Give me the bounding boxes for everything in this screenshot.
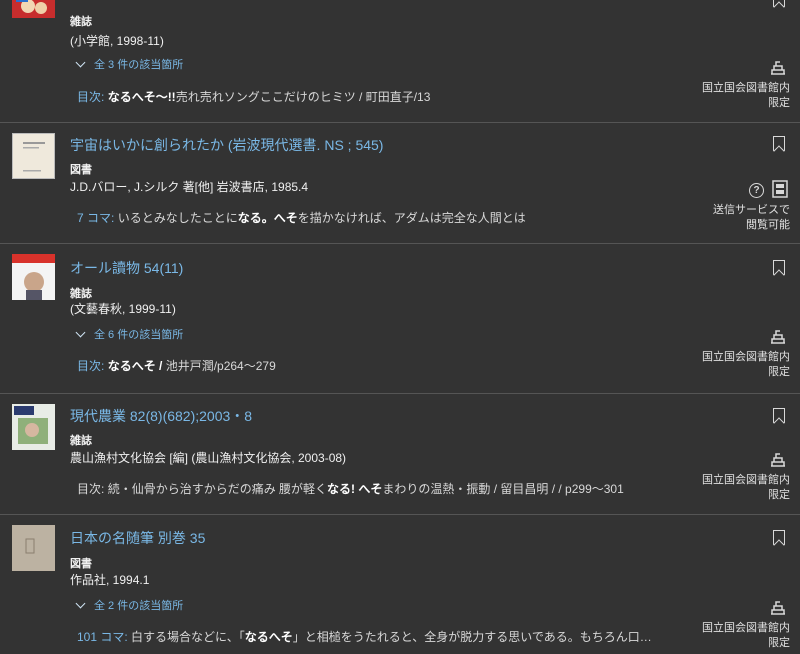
transmission-service-icon <box>772 180 788 198</box>
publisher-info: 作品社, 1994.1 <box>70 573 150 587</box>
publisher-info: (文藝春秋, 1999-11) <box>70 302 176 316</box>
snippet[interactable]: 目次: なるへそ / 池井戸潤/p264〜279 <box>77 357 276 374</box>
cover-thumbnail[interactable] <box>12 0 55 18</box>
bookmark-icon[interactable] <box>773 0 785 7</box>
chevron-down-icon <box>75 598 86 609</box>
bookmark-icon[interactable] <box>773 136 785 151</box>
result-title-link[interactable]: 宇宙はいかに創られたか (岩波現代選書. NS ; 545) <box>70 135 383 155</box>
access-icons <box>768 598 788 616</box>
result-item: 宇宙はいかに創られたか (岩波現代選書. NS ; 545) 図書 J.D.バロ… <box>0 123 800 244</box>
snippet[interactable]: 目次: なるへそ〜!!売れ売れソングここだけのヒミツ / 町田直子/13 <box>77 88 430 105</box>
library-building-icon <box>771 601 785 615</box>
bookmark-icon[interactable] <box>773 260 785 275</box>
material-type: 図書 <box>70 558 92 570</box>
access-restriction: 国立国会図書館内 限定 <box>702 82 790 109</box>
bookmark-icon[interactable] <box>773 408 785 423</box>
access-icons <box>768 450 788 468</box>
chevron-down-icon <box>75 327 86 338</box>
access-icons <box>768 58 788 76</box>
result-item: 雑誌 (小学館, 1998-11) 全 3 件の該当箇所 目次: なるへそ〜!!… <box>0 0 800 123</box>
access-restriction: 国立国会図書館内 限定 <box>702 622 790 649</box>
result-title-link[interactable]: オール讀物 54(11) <box>70 258 183 278</box>
publisher-info: 農山漁村文化協会 [編] (農山漁村文化協会, 2003-08) <box>70 451 347 465</box>
access-icons <box>768 327 788 345</box>
bookmark-icon[interactable] <box>773 530 785 545</box>
result-title-link[interactable]: 日本の名随筆 別巻 35 <box>70 528 205 548</box>
material-type: 雑誌 <box>70 435 92 447</box>
help-icon[interactable]: ? <box>749 183 764 198</box>
publisher-info: J.D.バロー, J.シルク 著[他] 岩波書店, 1985.4 <box>70 180 309 194</box>
library-building-icon <box>771 61 785 75</box>
result-item: オール讀物 54(11) 雑誌 (文藝春秋, 1999-11) 全 6 件の該当… <box>0 244 800 394</box>
result-title-link[interactable]: 現代農業 82(8)(682);2003・8 <box>70 406 252 426</box>
access-restriction: 送信サービスで 閲覧可能 <box>713 204 790 231</box>
snippet[interactable]: 目次: 続・仙骨から治すからだの痛み 腰が軽くなる! へそまわりの温熱・振動 /… <box>77 480 624 497</box>
expand-matches-link[interactable]: 全 2 件の該当箇所 <box>75 597 183 613</box>
cover-thumbnail[interactable] <box>12 254 55 300</box>
material-type: 雑誌 <box>70 16 92 28</box>
cover-thumbnail[interactable] <box>12 525 55 571</box>
access-restriction: 国立国会図書館内 限定 <box>702 351 790 378</box>
snippet[interactable]: 7 コマ: いるとみなしたことになる。へそを描かなければ、アダムは完全な人間とは <box>77 209 526 226</box>
access-restriction: 国立国会図書館内 限定 <box>702 474 790 501</box>
access-icons: ? <box>749 180 788 198</box>
library-building-icon <box>771 453 785 467</box>
material-type: 図書 <box>70 164 92 176</box>
result-item: 現代農業 82(8)(682);2003・8 雑誌 農山漁村文化協会 [編] (… <box>0 394 800 515</box>
snippet[interactable]: 101 コマ: 白する場合などに、「なるへそ」と相槌をうたれると、全身が脱力する… <box>77 628 652 645</box>
cover-thumbnail[interactable] <box>12 133 55 179</box>
expand-matches-link[interactable]: 全 3 件の該当箇所 <box>75 56 183 72</box>
result-item: 日本の名随筆 別巻 35 図書 作品社, 1994.1 全 2 件の該当箇所 1… <box>0 515 800 654</box>
cover-thumbnail[interactable] <box>12 404 55 450</box>
expand-matches-link[interactable]: 全 6 件の該当箇所 <box>75 326 183 342</box>
material-type: 雑誌 <box>70 288 92 300</box>
library-building-icon <box>771 330 785 344</box>
chevron-down-icon <box>75 57 86 68</box>
publisher-info: (小学館, 1998-11) <box>70 34 164 48</box>
